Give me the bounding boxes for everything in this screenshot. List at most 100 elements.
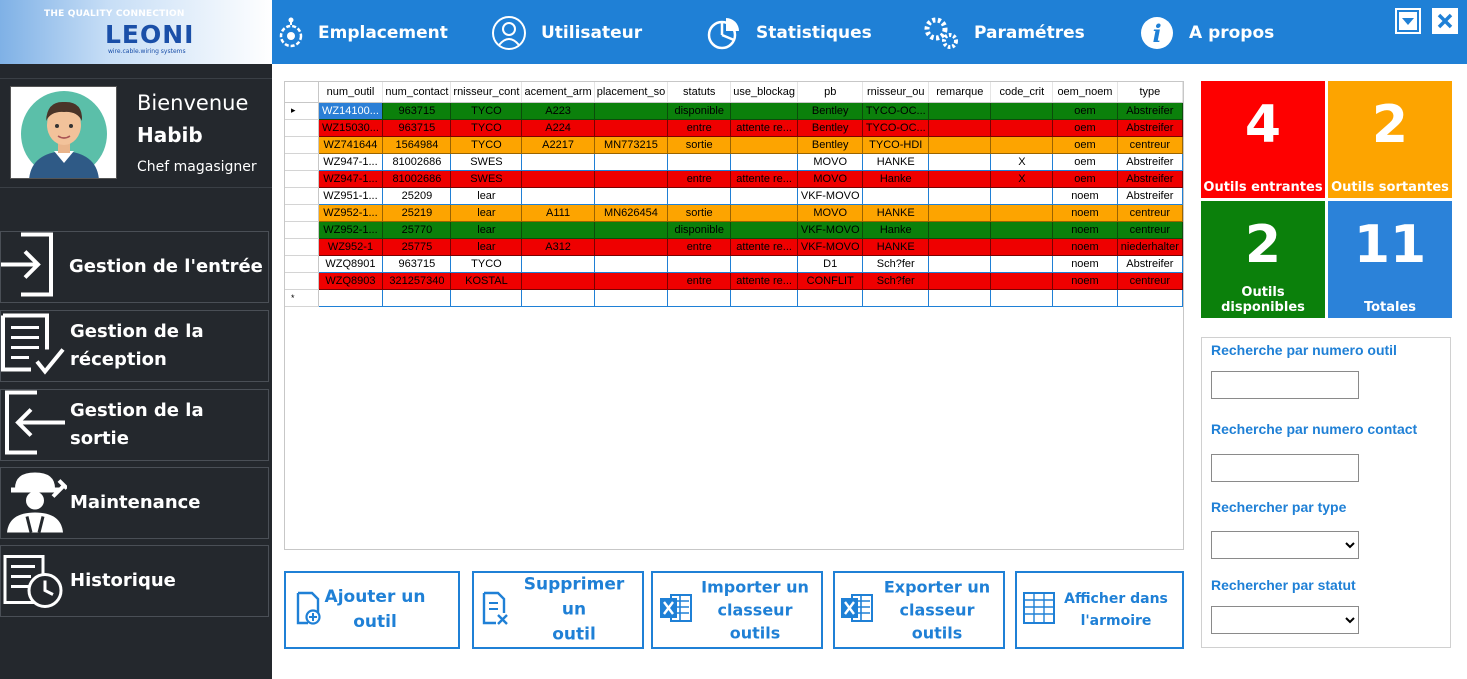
table-cell[interactable]: TYCO-OC...: [862, 118, 930, 137]
table-cell[interactable]: Bentley: [797, 118, 864, 137]
table-cell[interactable]: [593, 288, 669, 307]
table-cell[interactable]: Sch?fer: [862, 254, 930, 273]
table-cell[interactable]: WZ947-1...: [317, 152, 384, 171]
table-cell[interactable]: [593, 152, 669, 171]
table-cell[interactable]: TYCO: [450, 101, 523, 120]
column-header[interactable]: rnisseur_cont: [450, 82, 523, 103]
table-cell[interactable]: TYCO-HDI: [862, 135, 930, 154]
add-tool-button[interactable]: Ajouter un outil: [284, 571, 460, 649]
table-cell[interactable]: disponible: [667, 220, 732, 239]
table-cell[interactable]: attente re...: [730, 169, 799, 188]
nav-statistiques[interactable]: Statistiques: [706, 12, 872, 54]
table-cell[interactable]: [990, 101, 1054, 120]
table-cell[interactable]: [990, 118, 1054, 137]
table-cell[interactable]: oem: [1052, 152, 1118, 171]
sidebar-gestion-reception[interactable]: Gestion de la réception: [0, 310, 269, 382]
table-cell[interactable]: disponible: [667, 101, 732, 120]
table-cell[interactable]: WZ952-1...: [317, 220, 384, 239]
row-header[interactable]: ▸: [285, 102, 319, 120]
table-cell[interactable]: A2217: [521, 135, 595, 154]
table-cell[interactable]: 963715: [382, 101, 452, 120]
table-cell[interactable]: [928, 237, 992, 256]
table-cell[interactable]: HANKE: [862, 152, 930, 171]
table-cell[interactable]: 963715: [382, 118, 452, 137]
table-cell[interactable]: MOVO: [797, 152, 864, 171]
table-cell[interactable]: X: [990, 152, 1054, 171]
table-cell[interactable]: [730, 220, 799, 239]
table-cell[interactable]: attente re...: [730, 237, 799, 256]
table-cell[interactable]: KOSTAL: [450, 271, 523, 290]
table-cell[interactable]: noem: [1052, 254, 1118, 273]
table-cell[interactable]: [990, 203, 1054, 222]
table-cell[interactable]: A111: [521, 203, 595, 222]
table-cell[interactable]: [593, 271, 669, 290]
table-cell[interactable]: A312: [521, 237, 595, 256]
sidebar-gestion-entree[interactable]: Gestion de l'entrée: [0, 231, 269, 303]
table-cell[interactable]: [382, 288, 452, 307]
table-cell[interactable]: MN626454: [593, 203, 669, 222]
table-cell[interactable]: A223: [521, 101, 595, 120]
table-cell[interactable]: 321257340: [382, 271, 452, 290]
column-header[interactable]: placement_so: [594, 82, 669, 103]
table-row[interactable]: WZ15030... 963715 TYCO A224 entre attente re.…: [285, 118, 1183, 137]
search-contact-number-input[interactable]: [1211, 454, 1359, 482]
table-cell[interactable]: [730, 152, 799, 171]
table-cell[interactable]: TYCO: [450, 118, 523, 137]
table-cell[interactable]: Bentley: [797, 101, 864, 120]
table-cell[interactable]: 81002686: [382, 169, 452, 188]
table-cell[interactable]: Abstreifer: [1116, 169, 1183, 188]
row-header[interactable]: [285, 187, 319, 205]
table-cell[interactable]: [928, 220, 992, 239]
row-header[interactable]: [285, 272, 319, 290]
table-cell[interactable]: oem: [1052, 169, 1118, 188]
table-cell[interactable]: WZ741644: [317, 135, 384, 154]
table-cell[interactable]: entre: [667, 169, 732, 188]
table-cell[interactable]: WZQ8903: [317, 271, 384, 290]
row-header[interactable]: [285, 170, 319, 188]
table-cell[interactable]: centreur: [1116, 203, 1183, 222]
table-cell[interactable]: 25209: [382, 186, 452, 205]
column-header[interactable]: remarque: [928, 82, 992, 103]
table-cell[interactable]: [667, 288, 732, 307]
table-cell[interactable]: WZ952-1...: [317, 203, 384, 222]
table-cell[interactable]: [593, 220, 669, 239]
close-button[interactable]: [1430, 6, 1460, 36]
table-cell[interactable]: 1564984: [382, 135, 452, 154]
table-row[interactable]: WZ951-1... 25209 lear VKF-MOVO noem Abstreife…: [285, 186, 1183, 205]
row-header[interactable]: [285, 119, 319, 137]
column-header[interactable]: use_blockag: [730, 82, 799, 103]
table-cell[interactable]: VKF-MOVO: [797, 220, 864, 239]
table-cell[interactable]: Abstreifer: [1116, 118, 1183, 137]
table-cell[interactable]: MOVO: [797, 169, 864, 188]
table-cell[interactable]: SWES: [450, 169, 523, 188]
table-cell[interactable]: Hanke: [862, 169, 930, 188]
nav-emplacement[interactable]: Emplacement: [278, 12, 448, 54]
new-row[interactable]: *: [285, 288, 1183, 307]
table-cell[interactable]: noem: [1052, 186, 1118, 205]
table-cell[interactable]: 963715: [382, 254, 452, 273]
table-cell[interactable]: X: [990, 169, 1054, 188]
table-cell[interactable]: [928, 254, 992, 273]
delete-tool-button[interactable]: Supprimer un outil: [472, 571, 644, 649]
table-cell[interactable]: [928, 152, 992, 171]
row-header[interactable]: [285, 136, 319, 154]
row-header[interactable]: [285, 153, 319, 171]
table-cell[interactable]: TYCO: [450, 135, 523, 154]
table-cell[interactable]: [730, 101, 799, 120]
table-cell[interactable]: [990, 237, 1054, 256]
table-cell[interactable]: [521, 186, 595, 205]
table-cell[interactable]: [928, 135, 992, 154]
table-cell[interactable]: TYCO: [450, 254, 523, 273]
table-cell[interactable]: [667, 254, 732, 273]
column-header[interactable]: pb: [797, 82, 864, 103]
search-tool-number-input[interactable]: [1211, 371, 1359, 399]
table-cell[interactable]: WZ952-1: [317, 237, 384, 256]
table-cell[interactable]: [862, 288, 930, 307]
table-cell[interactable]: [730, 186, 799, 205]
sidebar-maintenance[interactable]: Maintenance: [0, 467, 269, 539]
table-cell[interactable]: [730, 135, 799, 154]
column-header[interactable]: type: [1117, 82, 1183, 103]
table-cell[interactable]: [593, 254, 669, 273]
table-cell[interactable]: TYCO-OC...: [862, 101, 930, 120]
table-cell[interactable]: sortie: [667, 135, 732, 154]
